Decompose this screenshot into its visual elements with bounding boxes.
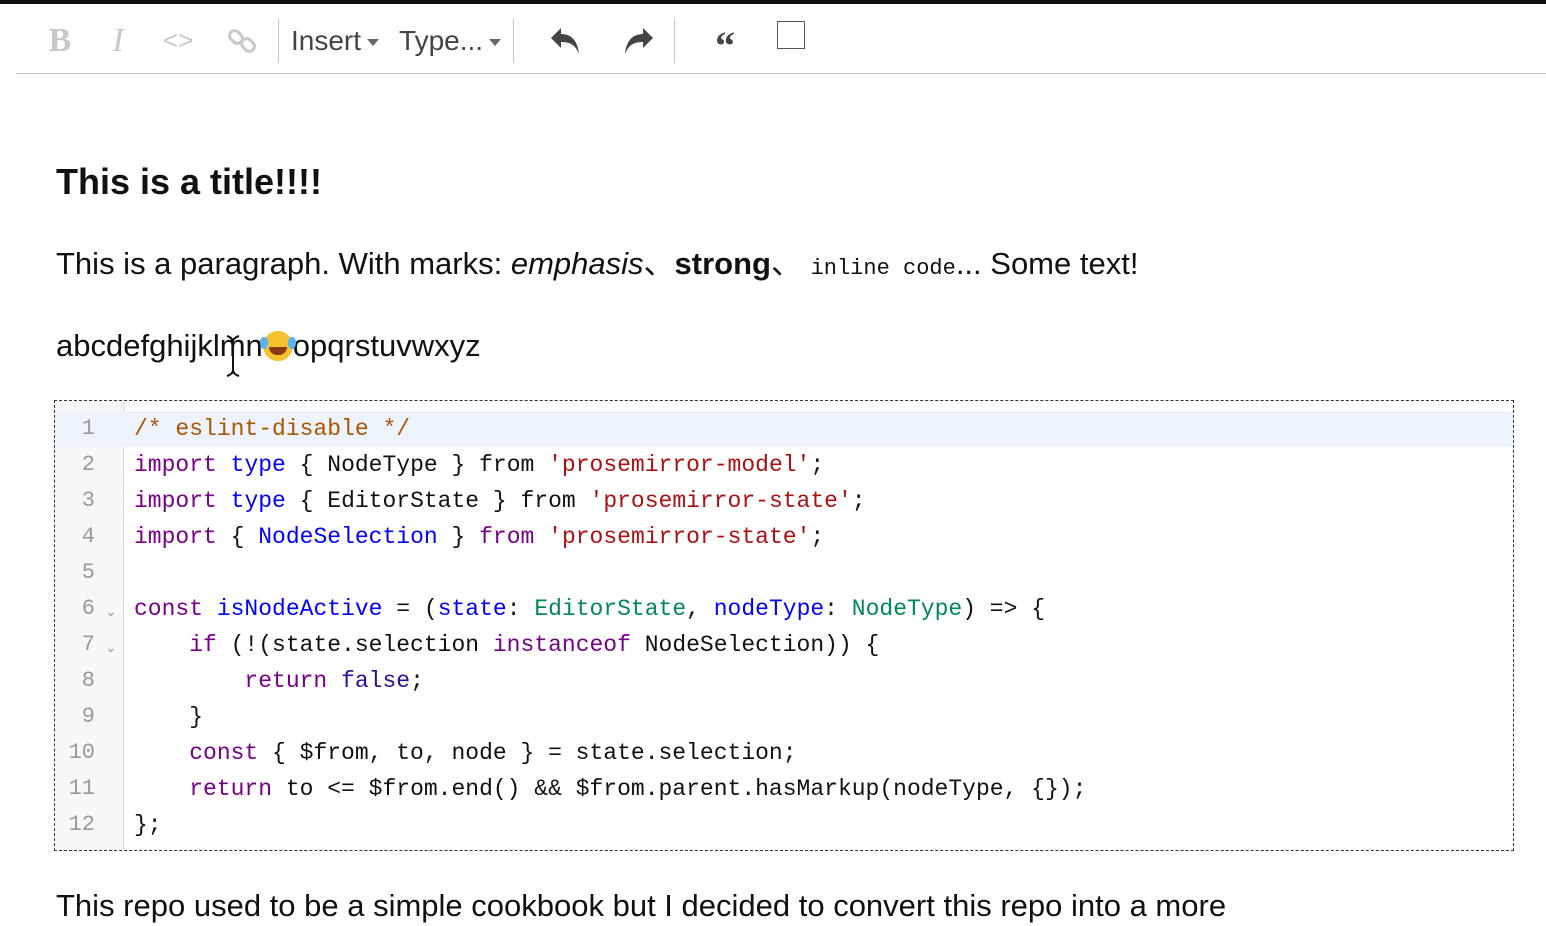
toolbar-separator [278, 18, 279, 63]
paragraph-marks[interactable]: This is a paragraph. With marks: emphasi… [56, 244, 1138, 289]
code-line-7: if (!(state.selection instanceof NodeSel… [189, 632, 880, 658]
select-parent-button[interactable] [771, 8, 811, 74]
paragraph-text: ... Some text! [955, 246, 1139, 281]
type-menu[interactable]: Type... [393, 8, 507, 74]
strong-text: strong [674, 246, 771, 281]
bold-button[interactable]: B [40, 8, 80, 74]
paragraph-repo[interactable]: This repo used to be a simple cookbook b… [56, 886, 1226, 926]
paragraph-text: opqrstuvwxyz [292, 328, 481, 363]
code-line-row: 5 [55, 555, 1513, 591]
type-menu-label: Type... [399, 24, 484, 56]
fold-chevron-icon[interactable]: ⌄ [105, 603, 117, 620]
code-line-12: }; [134, 812, 162, 838]
italic-button[interactable]: I [98, 8, 138, 74]
emphasis-text: emphasis [510, 246, 644, 281]
separator-text: 、 [770, 246, 811, 281]
code-button[interactable]: <> [158, 8, 198, 74]
code-line-11: return to <= $from.end() && $from.parent… [189, 776, 1087, 802]
toolbar-separator [513, 18, 515, 63]
toolbar-separator [674, 18, 676, 63]
select-block-icon [777, 20, 806, 49]
line-number: 8 [81, 668, 95, 693]
blockquote-button[interactable]: “ [695, 8, 755, 74]
undo-icon [551, 27, 580, 54]
redo-button[interactable] [608, 8, 668, 74]
line-number: 4 [81, 524, 95, 549]
fold-chevron-icon[interactable]: ⌄ [105, 639, 117, 656]
line-number: 10 [68, 740, 95, 765]
code-line-2: import type { NodeType } from 'prosemirr… [134, 452, 825, 478]
redo-icon [625, 27, 654, 54]
line-number: 9 [81, 704, 95, 729]
line-number: 3 [81, 488, 95, 513]
code-line-10: const { $from, to, node } = state.select… [189, 740, 797, 766]
line-number: 12 [68, 812, 95, 837]
code-line-8: return false; [244, 668, 424, 694]
paragraph-text: This is a paragraph. With marks: [56, 246, 511, 281]
paragraph-alphabet[interactable]: abcdefghijklmn opqrstuvwxyz [56, 326, 481, 366]
code-block[interactable]: 1 2 3 4 5 6 ⌄ 7 ⌄ 8 9 10 11 12 /* eslint-disable */ i… [54, 400, 1514, 851]
line-number: 5 [81, 560, 95, 585]
insert-menu-caret-icon [367, 39, 380, 46]
line-number: 2 [81, 452, 95, 477]
line-number: 11 [68, 776, 95, 801]
editor-toolbar: B I <> Insert Type... “ [16, 8, 1546, 74]
code-line-1: /* eslint-disable */ [134, 416, 411, 442]
insert-menu-label: Insert [291, 24, 362, 56]
code-line-9: } [189, 704, 204, 730]
undo-button[interactable] [536, 8, 596, 74]
code-line-6: const isNodeActive = (state: EditorState… [134, 596, 1046, 622]
line-number: 1 [81, 416, 95, 441]
type-menu-caret-icon [489, 39, 502, 46]
insert-menu[interactable]: Insert [285, 8, 385, 74]
line-number: 7 [81, 632, 95, 657]
line-number: 6 [81, 596, 95, 621]
code-line-4: import { NodeSelection } from 'prosemirr… [134, 524, 825, 550]
separator-text: 、 [643, 246, 675, 281]
inline-code-text: inline code [810, 256, 956, 281]
code-line-row: 9 [55, 699, 1513, 735]
link-button[interactable] [222, 8, 262, 74]
document-title[interactable]: This is a title!!!! [56, 160, 322, 204]
link-icon [228, 28, 256, 53]
face-with-tears-of-joy-icon [259, 331, 293, 361]
code-line-row: 12 [55, 807, 1513, 843]
text-cursor-icon [226, 335, 240, 377]
code-line-3: import type { EditorState } from 'prosem… [134, 488, 866, 514]
